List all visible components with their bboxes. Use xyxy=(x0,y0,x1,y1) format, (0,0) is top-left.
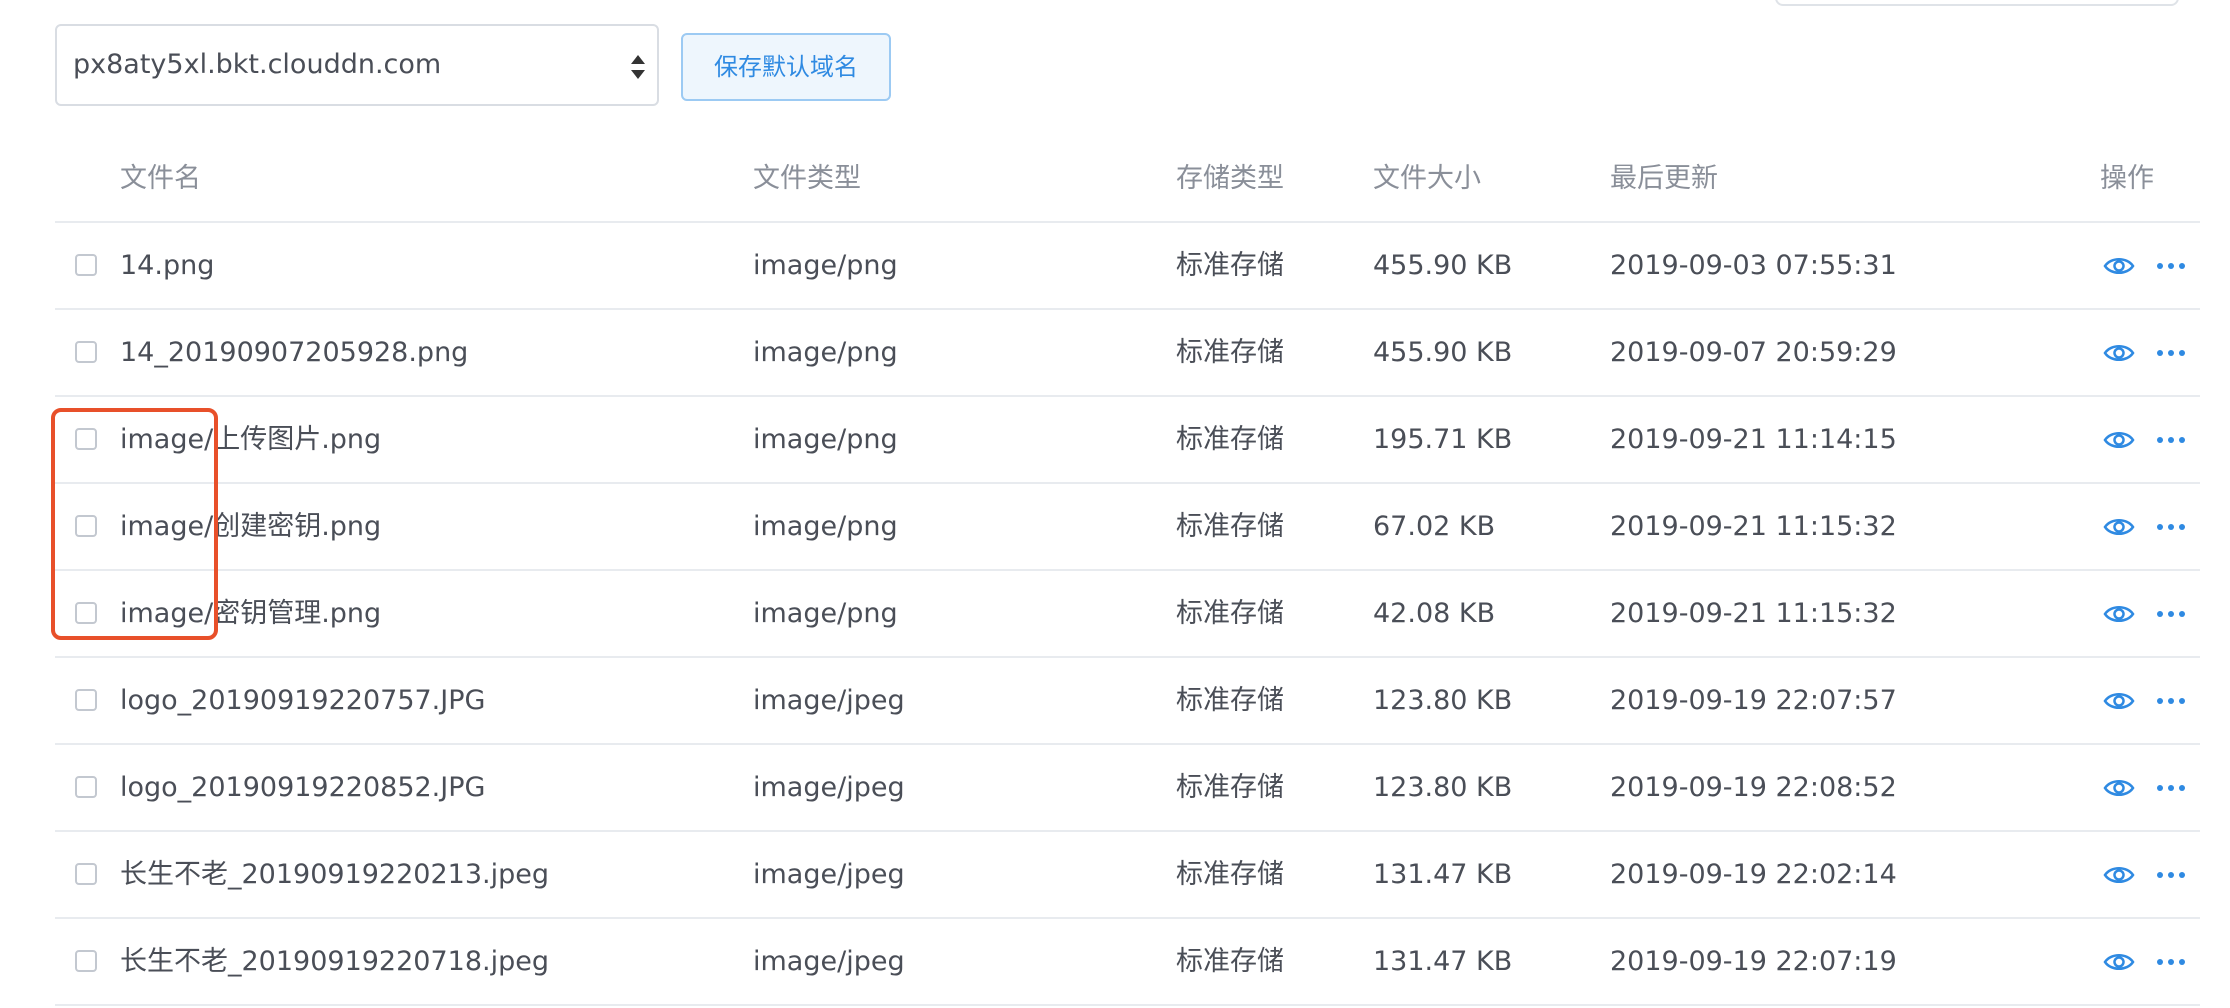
file-type: image/png xyxy=(753,337,898,368)
storage-type: 标准存储 xyxy=(1176,946,1284,977)
eye-icon[interactable] xyxy=(2103,689,2135,713)
table-row[interactable]: image/创建密钥.png image/png 标准存储 67.02 KB 2… xyxy=(55,484,2200,571)
last-updated: 2019-09-07 20:59:29 xyxy=(1610,337,1897,368)
column-header-name[interactable]: 文件名 xyxy=(120,150,201,208)
file-size: 131.47 KB xyxy=(1373,946,1513,977)
table-header: 文件名 文件类型 存储类型 文件大小 最后更新 操作 xyxy=(55,150,2200,223)
row-checkbox[interactable] xyxy=(75,689,97,711)
table-row[interactable]: 长生不老_20190919220213.jpeg image/jpeg 标准存储… xyxy=(55,832,2200,919)
table-row[interactable]: logo_20190919220852.JPG image/jpeg 标准存储 … xyxy=(55,745,2200,832)
table-row[interactable]: 长生不老_20190919220718.jpeg image/jpeg 标准存储… xyxy=(55,919,2200,1006)
file-type: image/jpeg xyxy=(753,859,905,890)
file-name[interactable]: 14.png xyxy=(120,223,214,308)
column-header-actions: 操作 xyxy=(2100,163,2154,194)
file-name[interactable]: 长生不老_20190919220213.jpeg xyxy=(120,832,549,917)
more-icon[interactable] xyxy=(2156,436,2186,444)
file-name[interactable]: image/创建密钥.png xyxy=(120,484,381,569)
storage-type: 标准存储 xyxy=(1176,685,1284,716)
table-row[interactable]: image/密钥管理.png image/png 标准存储 42.08 KB 2… xyxy=(55,571,2200,658)
storage-type: 标准存储 xyxy=(1176,859,1284,890)
file-size: 195.71 KB xyxy=(1373,424,1513,455)
storage-type: 标准存储 xyxy=(1176,424,1284,455)
more-icon[interactable] xyxy=(2156,784,2186,792)
row-checkbox[interactable] xyxy=(75,428,97,450)
column-header-updated[interactable]: 最后更新 xyxy=(1610,150,1718,208)
row-checkbox[interactable] xyxy=(75,254,97,276)
row-checkbox[interactable] xyxy=(75,341,97,363)
eye-icon[interactable] xyxy=(2103,863,2135,887)
file-type: image/jpeg xyxy=(753,772,905,803)
last-updated: 2019-09-03 07:55:31 xyxy=(1610,250,1897,281)
storage-type: 标准存储 xyxy=(1176,337,1284,368)
eye-icon[interactable] xyxy=(2103,341,2135,365)
storage-type: 标准存储 xyxy=(1176,250,1284,281)
file-size: 131.47 KB xyxy=(1373,859,1513,890)
column-header-size[interactable]: 文件大小 xyxy=(1373,150,1481,208)
table-row[interactable]: 14.png image/png 标准存储 455.90 KB 2019-09-… xyxy=(55,223,2200,310)
more-icon[interactable] xyxy=(2156,349,2186,357)
row-checkbox[interactable] xyxy=(75,863,97,885)
column-header-type[interactable]: 文件类型 xyxy=(753,150,861,208)
last-updated: 2019-09-21 11:15:32 xyxy=(1610,598,1897,629)
domain-select-value: px8aty5xl.bkt.clouddn.com xyxy=(73,49,442,80)
last-updated: 2019-09-19 22:07:19 xyxy=(1610,946,1897,977)
storage-type: 标准存储 xyxy=(1176,598,1284,629)
file-name[interactable]: 长生不老_20190919220718.jpeg xyxy=(120,919,549,1004)
file-name[interactable]: 14_20190907205928.png xyxy=(120,310,468,395)
eye-icon[interactable] xyxy=(2103,776,2135,800)
file-name[interactable]: image/上传图片.png xyxy=(120,397,381,482)
row-checkbox[interactable] xyxy=(75,776,97,798)
more-icon[interactable] xyxy=(2156,871,2186,879)
file-name[interactable]: logo_20190919220757.JPG xyxy=(120,658,485,743)
storage-type: 标准存储 xyxy=(1176,511,1284,542)
file-type: image/png xyxy=(753,250,898,281)
file-type: image/png xyxy=(753,511,898,542)
more-icon[interactable] xyxy=(2156,697,2186,705)
file-size: 455.90 KB xyxy=(1373,337,1513,368)
row-checkbox[interactable] xyxy=(75,950,97,972)
last-updated: 2019-09-19 22:02:14 xyxy=(1610,859,1897,890)
column-header-storage[interactable]: 存储类型 xyxy=(1176,150,1284,208)
eye-icon[interactable] xyxy=(2103,254,2135,278)
more-icon[interactable] xyxy=(2156,958,2186,966)
file-type: image/png xyxy=(753,424,898,455)
row-checkbox[interactable] xyxy=(75,602,97,624)
search-box-partial[interactable] xyxy=(1775,0,2179,6)
file-size: 455.90 KB xyxy=(1373,250,1513,281)
file-size: 67.02 KB xyxy=(1373,511,1496,542)
file-size: 42.08 KB xyxy=(1373,598,1496,629)
table-row[interactable]: logo_20190919220757.JPG image/jpeg 标准存储 … xyxy=(55,658,2200,745)
file-type: image/png xyxy=(753,598,898,629)
file-size: 123.80 KB xyxy=(1373,685,1513,716)
last-updated: 2019-09-21 11:15:32 xyxy=(1610,511,1897,542)
last-updated: 2019-09-21 11:14:15 xyxy=(1610,424,1897,455)
file-size: 123.80 KB xyxy=(1373,772,1513,803)
last-updated: 2019-09-19 22:07:57 xyxy=(1610,685,1897,716)
more-icon[interactable] xyxy=(2156,262,2186,270)
select-arrows-icon xyxy=(631,55,645,79)
domain-select[interactable]: px8aty5xl.bkt.clouddn.com xyxy=(55,24,659,106)
storage-type: 标准存储 xyxy=(1176,772,1284,803)
file-name[interactable]: logo_20190919220852.JPG xyxy=(120,745,485,830)
save-default-domain-button[interactable]: 保存默认域名 xyxy=(681,33,891,101)
table-row[interactable]: 14_20190907205928.png image/png 标准存储 455… xyxy=(55,310,2200,397)
row-checkbox[interactable] xyxy=(75,515,97,537)
eye-icon[interactable] xyxy=(2103,602,2135,626)
last-updated: 2019-09-19 22:08:52 xyxy=(1610,772,1897,803)
eye-icon[interactable] xyxy=(2103,950,2135,974)
eye-icon[interactable] xyxy=(2103,515,2135,539)
file-name[interactable]: image/密钥管理.png xyxy=(120,571,381,656)
eye-icon[interactable] xyxy=(2103,428,2135,452)
more-icon[interactable] xyxy=(2156,610,2186,618)
file-type: image/jpeg xyxy=(753,685,905,716)
more-icon[interactable] xyxy=(2156,523,2186,531)
file-type: image/jpeg xyxy=(753,946,905,977)
table-row[interactable]: image/上传图片.png image/png 标准存储 195.71 KB … xyxy=(55,397,2200,484)
file-table: 文件名 文件类型 存储类型 文件大小 最后更新 操作 14.png image/… xyxy=(55,150,2200,1006)
